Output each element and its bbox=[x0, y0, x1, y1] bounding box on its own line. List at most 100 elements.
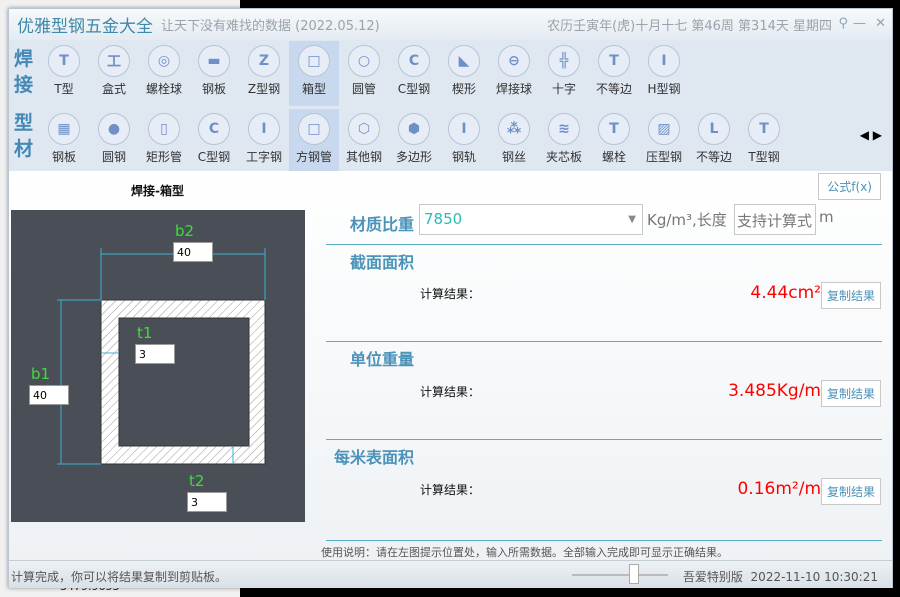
shape-icon: I bbox=[248, 113, 280, 145]
pin-icon[interactable]: ⚲ bbox=[838, 16, 848, 31]
minimize-button[interactable]: — bbox=[853, 16, 866, 31]
section-title-area: 截面面积 bbox=[350, 253, 415, 272]
box-section-drawing bbox=[57, 248, 266, 465]
t2-input[interactable]: 3 bbox=[187, 492, 227, 512]
diagram-title: 焊接-箱型 bbox=[131, 184, 184, 198]
divider bbox=[326, 439, 882, 440]
shape-item-weld-0[interactable]: T T型 bbox=[39, 41, 89, 106]
result-label-surface: 计算结果： bbox=[420, 483, 481, 497]
length-unit: m bbox=[819, 208, 834, 226]
shape-label: 其他钢 bbox=[345, 150, 382, 164]
shape-icon: 工 bbox=[98, 45, 130, 77]
shape-label: 矩形管 bbox=[145, 150, 182, 164]
formula-button[interactable]: 公式f(x) bbox=[818, 173, 881, 200]
b2-input[interactable]: 40 bbox=[173, 242, 213, 262]
shape-label: 不等边 bbox=[695, 150, 732, 164]
shape-item-profile-0[interactable]: ▦ 钢板 bbox=[39, 109, 89, 174]
main-panel: 焊接-箱型 b2 40 b1 40 t1 3 t2 3 公式f(x) 材质比重 … bbox=[9, 171, 892, 560]
shape-item-weld-3[interactable]: ▬ 钢板 bbox=[189, 41, 239, 106]
shape-icon: ● bbox=[98, 113, 130, 145]
shape-item-weld-12[interactable]: I H型钢 bbox=[639, 41, 689, 106]
scroll-arrows[interactable]: ◀ ▶ bbox=[860, 128, 882, 142]
shape-icon: □ bbox=[298, 113, 330, 145]
divider bbox=[326, 540, 882, 541]
shape-icon: Z bbox=[248, 45, 280, 77]
shape-icon: C bbox=[198, 113, 230, 145]
zoom-slider[interactable] bbox=[572, 574, 668, 576]
shape-item-profile-1[interactable]: ● 圆钢 bbox=[89, 109, 139, 174]
shape-item-profile-5[interactable]: □ 方钢管 bbox=[289, 109, 339, 174]
shape-label: C型钢 bbox=[197, 150, 231, 164]
shape-item-weld-8[interactable]: ◣ 楔形 bbox=[439, 41, 489, 106]
density-select[interactable]: 7850 ▼ bbox=[419, 204, 643, 235]
section-title-surface: 每米表面积 bbox=[334, 448, 415, 467]
shape-icon: ╬ bbox=[548, 45, 580, 77]
density-value: 7850 bbox=[424, 210, 463, 228]
status-message: 计算完成，你可以将结果复制到剪贴板。 bbox=[11, 570, 228, 584]
divider bbox=[326, 341, 882, 342]
shape-item-weld-6[interactable]: ○ 圆管 bbox=[339, 41, 389, 106]
shape-item-profile-6[interactable]: ⬡ 其他钢 bbox=[339, 109, 389, 174]
shape-toolbar: 焊接 型材 T T型 工盒式 ◎ 螺栓球 ▬ 钢板 Z Z型钢 □ 箱型 ○ 圆管 C C型钢 ◣ 楔形 ⊖ 焊接球… bbox=[9, 40, 892, 174]
shape-label: 圆钢 bbox=[101, 150, 126, 164]
copy-area-button[interactable]: 复制结果 bbox=[820, 282, 881, 309]
shape-item-profile-8[interactable]: I 钢轨 bbox=[439, 109, 489, 174]
shape-item-weld-7[interactable]: C C型钢 bbox=[389, 41, 439, 106]
shape-item-profile-3[interactable]: C C型钢 bbox=[189, 109, 239, 174]
status-bar: 计算完成，你可以将结果复制到剪贴板。 吾爱特别版 2022-11-10 10:3… bbox=[9, 560, 892, 588]
shape-item-profile-7[interactable]: ⬢ 多边形 bbox=[389, 109, 439, 174]
shape-item-weld-4[interactable]: Z Z型钢 bbox=[239, 41, 289, 106]
group-profile-label: 型材 bbox=[14, 112, 34, 160]
shape-icon: ⬢ bbox=[398, 113, 430, 145]
t2-label: t2 bbox=[189, 472, 205, 490]
shape-item-profile-14[interactable]: T T型钢 bbox=[739, 109, 789, 174]
shape-label: 焊接球 bbox=[495, 82, 532, 96]
t1-input[interactable]: 3 bbox=[135, 344, 175, 364]
shape-item-profile-2[interactable]: ▯ 矩形管 bbox=[139, 109, 189, 174]
shape-item-weld-10[interactable]: ╬ 十字 bbox=[539, 41, 589, 106]
shape-item-weld-11[interactable]: T 不等边 bbox=[589, 41, 639, 106]
shape-item-weld-9[interactable]: ⊖ 焊接球 bbox=[489, 41, 539, 106]
shape-icon: ▯ bbox=[148, 113, 180, 145]
shape-icon: C bbox=[398, 45, 430, 77]
shape-icon: ▨ bbox=[648, 113, 680, 145]
zoom-slider-thumb[interactable] bbox=[629, 564, 639, 584]
chevron-down-icon[interactable]: ▼ bbox=[628, 214, 636, 225]
app-subtitle: 让天下没有难找的数据 (2022.05.12) bbox=[161, 19, 380, 34]
scroll-left-icon[interactable]: ◀ bbox=[860, 128, 869, 142]
shape-item-profile-13[interactable]: L 不等边 bbox=[689, 109, 739, 174]
shape-item-weld-2[interactable]: ◎ 螺栓球 bbox=[139, 41, 189, 106]
shape-icon: ⊖ bbox=[498, 45, 530, 77]
copy-weight-button[interactable]: 复制结果 bbox=[820, 380, 881, 407]
shape-item-profile-9[interactable]: ⁂ 钢丝 bbox=[489, 109, 539, 174]
shape-icon: ▬ bbox=[198, 45, 230, 77]
result-label-weight: 计算结果： bbox=[420, 385, 481, 399]
copy-surface-button[interactable]: 复制结果 bbox=[820, 478, 881, 505]
scroll-right-icon[interactable]: ▶ bbox=[873, 128, 882, 142]
shape-item-weld-1[interactable]: 工盒式 bbox=[89, 41, 139, 106]
shape-icon: ⬡ bbox=[348, 113, 380, 145]
result-surface: 0.16m²/m bbox=[737, 479, 821, 499]
close-button[interactable]: ✕ bbox=[875, 16, 886, 31]
length-input[interactable]: 支持计算式 bbox=[734, 204, 816, 235]
shape-icon: I bbox=[448, 113, 480, 145]
group-weld-label: 焊接 bbox=[14, 48, 34, 96]
shape-item-profile-11[interactable]: T 螺栓 bbox=[589, 109, 639, 174]
shape-label: H型钢 bbox=[647, 82, 681, 96]
result-area: 4.44cm² bbox=[750, 283, 821, 303]
shape-item-profile-4[interactable]: I 工字钢 bbox=[239, 109, 289, 174]
shape-icon: T bbox=[748, 113, 780, 145]
shape-label: 钢轨 bbox=[451, 150, 476, 164]
shape-item-weld-5[interactable]: □ 箱型 bbox=[289, 41, 339, 106]
shape-item-profile-12[interactable]: ▨ 压型钢 bbox=[639, 109, 689, 174]
b1-input[interactable]: 40 bbox=[29, 385, 69, 405]
density-label: 材质比重 bbox=[350, 215, 415, 234]
shape-icon: ⁂ bbox=[498, 113, 530, 145]
t1-label: t1 bbox=[137, 324, 153, 342]
shape-icon: T bbox=[48, 45, 80, 77]
app-title: 优雅型钢五金大全 bbox=[17, 17, 153, 37]
shape-item-profile-10[interactable]: ≋ 夹芯板 bbox=[539, 109, 589, 174]
shape-label: T型钢 bbox=[748, 150, 780, 164]
divider bbox=[326, 244, 882, 245]
edition: 吾爱特别版 bbox=[682, 570, 743, 584]
